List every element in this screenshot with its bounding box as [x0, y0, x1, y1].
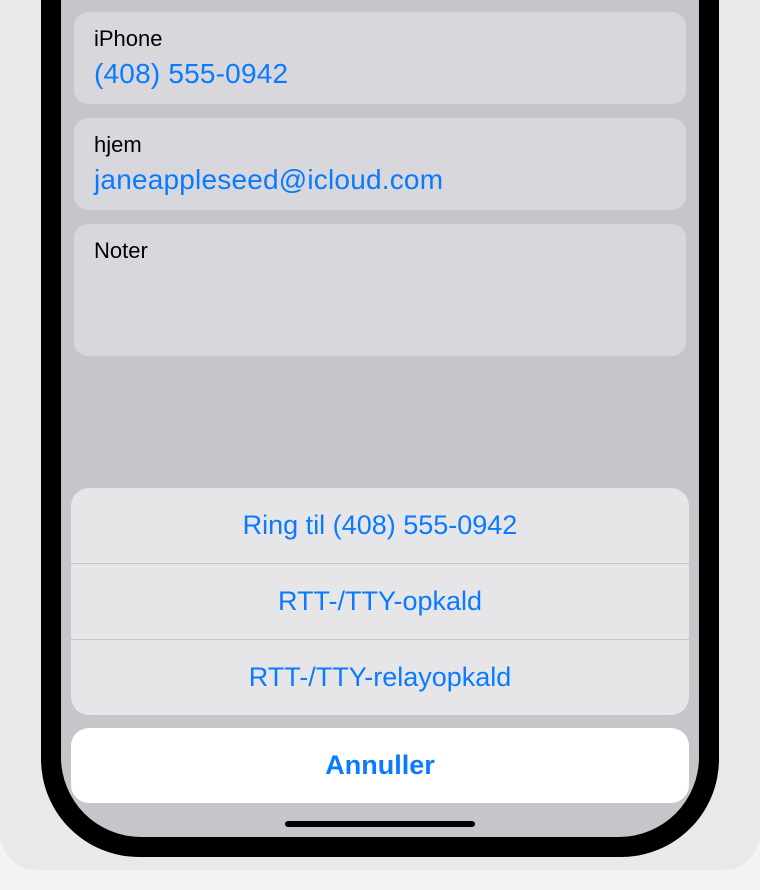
- page-background: iPhone (408) 555-0942 hjem janeappleseed…: [0, 0, 760, 870]
- screen: iPhone (408) 555-0942 hjem janeappleseed…: [61, 0, 699, 837]
- phone-value[interactable]: (408) 555-0942: [94, 58, 666, 90]
- action-call-number[interactable]: Ring til (408) 555-0942: [71, 488, 689, 564]
- phone-label: iPhone: [94, 26, 666, 52]
- phone-card[interactable]: iPhone (408) 555-0942: [74, 12, 686, 104]
- action-sheet-options: Ring til (408) 555-0942 RTT-/TTY-opkald …: [71, 488, 689, 715]
- contact-content: iPhone (408) 555-0942 hjem janeappleseed…: [61, 0, 699, 356]
- cancel-button[interactable]: Annuller: [71, 728, 689, 803]
- notes-card[interactable]: Noter: [74, 224, 686, 356]
- email-label: hjem: [94, 132, 666, 158]
- device-frame: iPhone (408) 555-0942 hjem janeappleseed…: [41, 0, 719, 857]
- action-rtt-tty-relay-call[interactable]: RTT-/TTY-relayopkald: [71, 640, 689, 715]
- action-rtt-tty-call[interactable]: RTT-/TTY-opkald: [71, 564, 689, 640]
- notes-label: Noter: [94, 238, 666, 264]
- home-indicator[interactable]: [285, 821, 475, 827]
- email-value[interactable]: janeappleseed@icloud.com: [94, 164, 666, 196]
- email-card[interactable]: hjem janeappleseed@icloud.com: [74, 118, 686, 210]
- action-sheet: Ring til (408) 555-0942 RTT-/TTY-opkald …: [61, 488, 699, 837]
